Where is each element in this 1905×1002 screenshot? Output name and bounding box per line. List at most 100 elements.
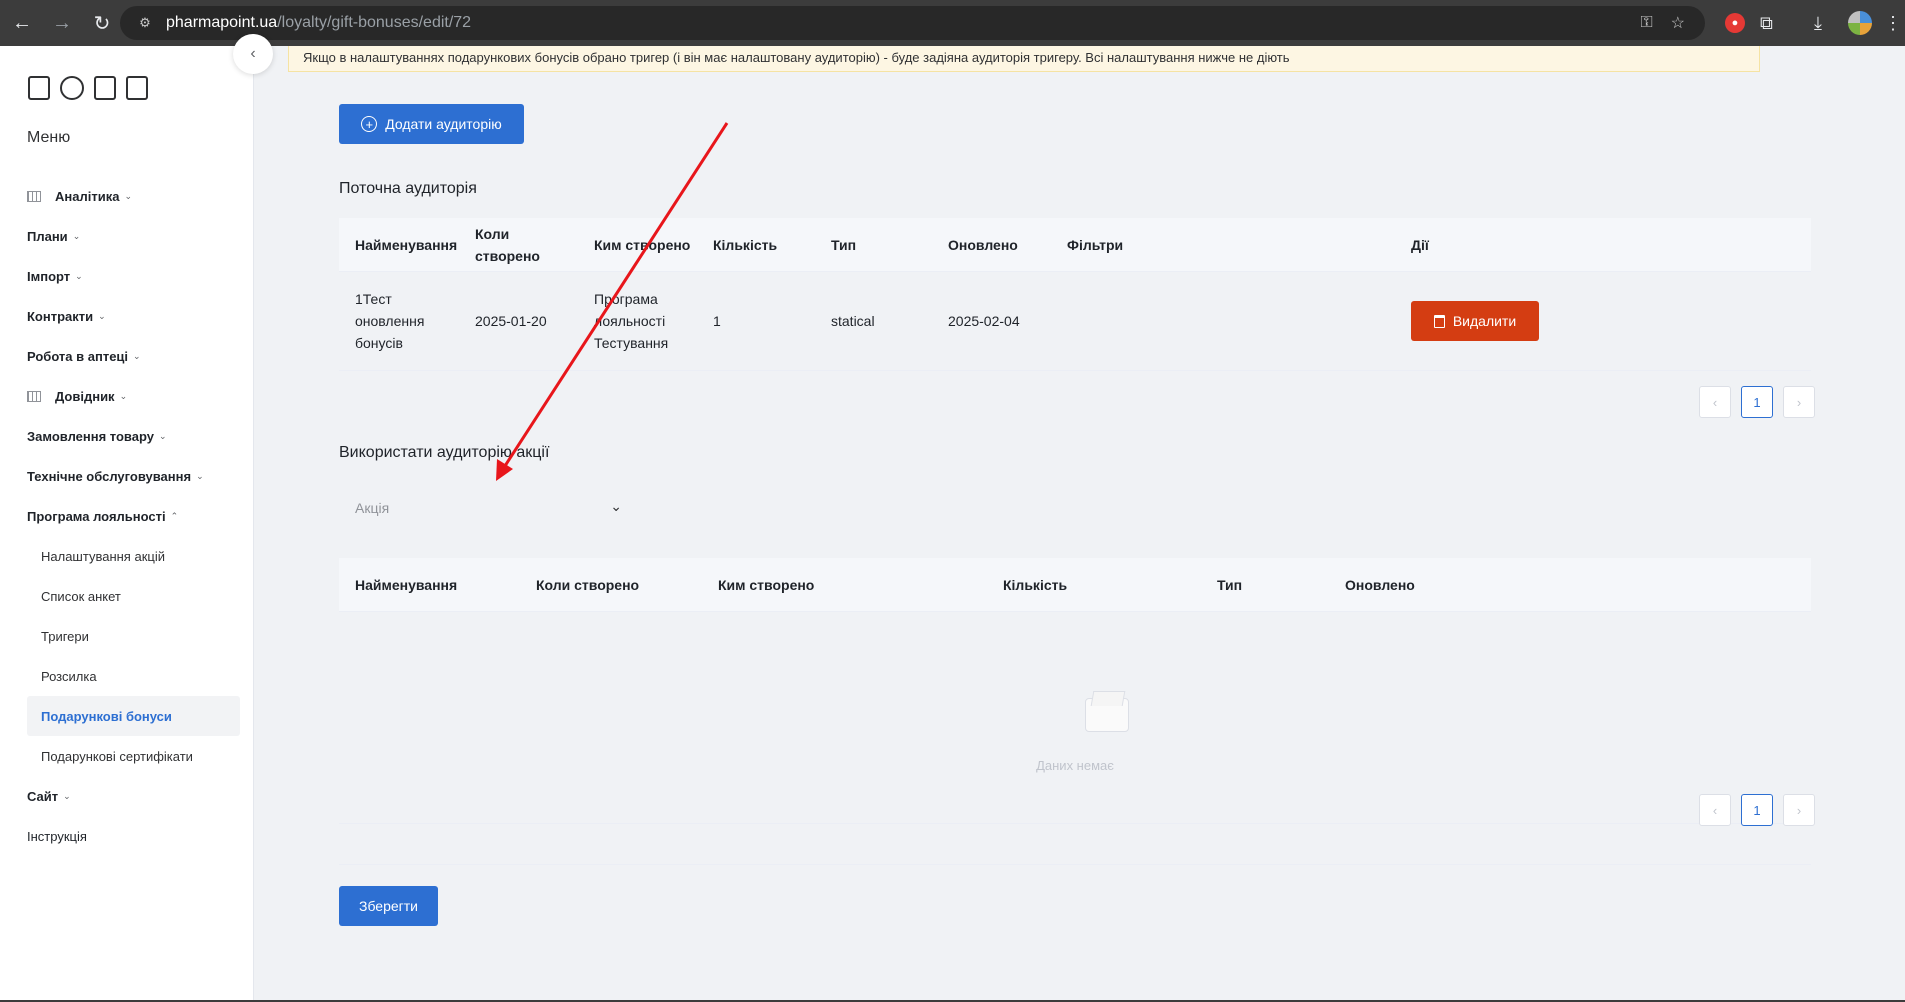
site-info-icon[interactable]: ⚙ — [134, 12, 156, 34]
empty-inbox-icon — [1085, 698, 1129, 732]
sidebar-item[interactable]: Контракти ⌄ — [0, 296, 254, 336]
column-header: Оновлено — [948, 236, 1018, 253]
promo-select[interactable]: Акція ⌄ — [339, 482, 636, 534]
chevron-icon: ⌄ — [159, 430, 167, 441]
column-header: Найменування — [355, 576, 458, 593]
column-header: Дії — [1411, 236, 1429, 253]
add-audience-button[interactable]: + Додати аудиторію — [339, 104, 524, 144]
forward-icon[interactable]: → — [44, 5, 80, 41]
column-header: Ким створено — [718, 576, 815, 593]
sidebar-item[interactable]: Робота в аптеці ⌄ — [0, 336, 254, 376]
table-icon — [27, 390, 41, 402]
column-header: Найменування — [355, 236, 458, 253]
delete-label: Видалити — [1452, 313, 1517, 329]
sidebar-item[interactable]: Програма лояльності ⌃ — [0, 496, 254, 536]
pie-chart-icon[interactable] — [60, 76, 84, 100]
reload-icon[interactable]: ↻ — [84, 5, 120, 41]
cell-created_by: Програма лояльності Тестування — [594, 291, 669, 351]
chevron-icon: ⌄ — [63, 790, 71, 801]
chevron-icon: ⌄ — [72, 230, 81, 241]
kebab-menu-icon[interactable]: ⋮ — [1884, 0, 1902, 46]
pagination-current: ‹ 1 › — [1699, 386, 1815, 418]
cell-actions: Видалити — [1395, 301, 1811, 341]
chevron-icon: ⌄ — [124, 190, 132, 201]
cell-created: 2025-01-20 — [475, 313, 547, 329]
collapse-sidebar-button[interactable]: ‹ — [233, 34, 273, 74]
sidebar-item-label: Сайт — [27, 788, 59, 804]
back-icon[interactable]: ← — [4, 5, 40, 41]
download-icon[interactable]: ⤓ — [1814, 0, 1822, 46]
chevron-down-icon: ⌄ — [610, 498, 622, 514]
sidebar-item[interactable]: Технічне обслуговування ⌄ — [0, 456, 254, 496]
sidebar-subitem[interactable]: Розсилка — [0, 656, 254, 696]
page-1-button[interactable]: 1 — [1741, 386, 1773, 418]
column-header: Тип — [831, 236, 857, 253]
prev-page-button[interactable]: ‹ — [1699, 794, 1731, 826]
column-header: Коли створено — [475, 225, 540, 264]
sidebar-item[interactable]: Імпорт ⌄ — [0, 256, 254, 296]
delete-button[interactable]: Видалити — [1411, 301, 1539, 341]
column-header: Кількість — [713, 236, 778, 253]
sidebar-subitem[interactable]: Налаштування акцій — [0, 536, 254, 576]
chevron-icon: ⌄ — [133, 350, 141, 361]
address-bar[interactable]: ⚙ pharmapoint.ua/loyalty/gift-bonuses/ed… — [120, 6, 1705, 40]
document-icon[interactable] — [94, 76, 116, 100]
cell-type: statical — [831, 313, 875, 329]
table-row: 1Тест оновлення бонусів 2025-01-20 Програм… — [339, 272, 1811, 371]
next-page-button[interactable]: › — [1783, 794, 1815, 826]
sidebar-item-label: Довідник — [55, 388, 115, 404]
main-content: Якщо в налаштуваннях подарункових бонусі… — [254, 46, 1905, 1002]
sidebar-item[interactable]: Сайт ⌄ — [0, 776, 254, 816]
sidebar-item-label: Імпорт — [27, 268, 71, 284]
table-header: Найменування Коли створено Ким створено Кіл… — [339, 558, 1811, 612]
sidebar-subitem[interactable]: Тригери — [0, 616, 254, 656]
sidebar-item[interactable]: Інструкція — [0, 816, 254, 856]
prev-page-button[interactable]: ‹ — [1699, 386, 1731, 418]
divider — [339, 864, 1811, 865]
key-icon[interactable]: ⚿ — [1640, 14, 1652, 32]
save-button[interactable]: Зберегти — [339, 886, 438, 926]
add-audience-label: Додати аудиторію — [385, 116, 502, 132]
column-header: Оновлено — [1345, 576, 1415, 593]
sidebar-subitem[interactable]: Список анкет — [0, 576, 254, 616]
chevron-icon: ⌄ — [119, 390, 128, 401]
column-header: Фільтри — [1067, 236, 1124, 253]
column-header: Кількість — [1003, 576, 1068, 593]
sidebar-item-label: Контракти — [27, 308, 94, 324]
url-path: /loyalty/gift-bonuses/edit/72 — [277, 14, 472, 31]
browser-toolbar: ← → ↻ ⚙ pharmapoint.ua/loyalty/gift-bonu… — [0, 0, 1905, 46]
cell-updated: 2025-02-04 — [948, 313, 1020, 329]
extension-badge-icon[interactable]: ● — [1725, 0, 1745, 46]
cell-name: 1Тест оновлення бонусів — [355, 291, 425, 351]
profile-avatar[interactable] — [1848, 0, 1872, 46]
bookmark-star-icon[interactable]: ☆ — [1671, 13, 1685, 33]
sidebar-subitem[interactable]: Подарункові бонуси — [27, 696, 240, 736]
trash-icon — [1433, 314, 1445, 328]
sidebar-item[interactable]: Довідник ⌄ — [0, 376, 254, 416]
book-icon[interactable] — [126, 76, 148, 100]
sidebar-item-label: Робота в аптеці — [27, 348, 129, 364]
sidebar-item-label: Технічне обслуговування — [27, 468, 192, 484]
sidebar-subitem[interactable]: Подарункові сертифікати — [0, 736, 254, 776]
sidebar-item-label: Програма лояльності — [27, 508, 166, 524]
url-host: pharmapoint.ua — [166, 14, 278, 31]
sidebar-item[interactable]: Плани ⌄ — [0, 216, 254, 256]
page-1-button[interactable]: 1 — [1741, 794, 1773, 826]
plus-circle-icon: + — [361, 116, 378, 132]
empty-text: Даних немає — [1036, 758, 1114, 773]
chevron-icon: ⌄ — [196, 470, 204, 481]
chevron-icon: ⌄ — [75, 270, 83, 281]
extensions-puzzle-icon[interactable]: ⧉ — [1760, 0, 1773, 46]
menu-title: Меню — [27, 129, 71, 146]
column-header: Ким створено — [594, 236, 691, 253]
current-audience-title: Поточна аудиторія — [339, 180, 477, 197]
sidebar-menu: Аналітика ⌄ Плани ⌄ Імпорт ⌄ Контракти ⌄ Робота … — [0, 176, 254, 856]
promo-select-placeholder: Акція — [355, 500, 390, 516]
sidebar-item[interactable]: Аналітика ⌄ — [0, 176, 254, 216]
quick-icons — [28, 76, 148, 100]
promo-audience-table: Найменування Коли створено Ким створено Кіл… — [339, 558, 1811, 612]
next-page-button[interactable]: › — [1783, 386, 1815, 418]
calendar-icon[interactable] — [28, 76, 50, 100]
sidebar-item[interactable]: Замовлення товару ⌄ — [0, 416, 254, 456]
table-header: Найменування Коли створено Ким створено Кіл… — [339, 218, 1811, 272]
